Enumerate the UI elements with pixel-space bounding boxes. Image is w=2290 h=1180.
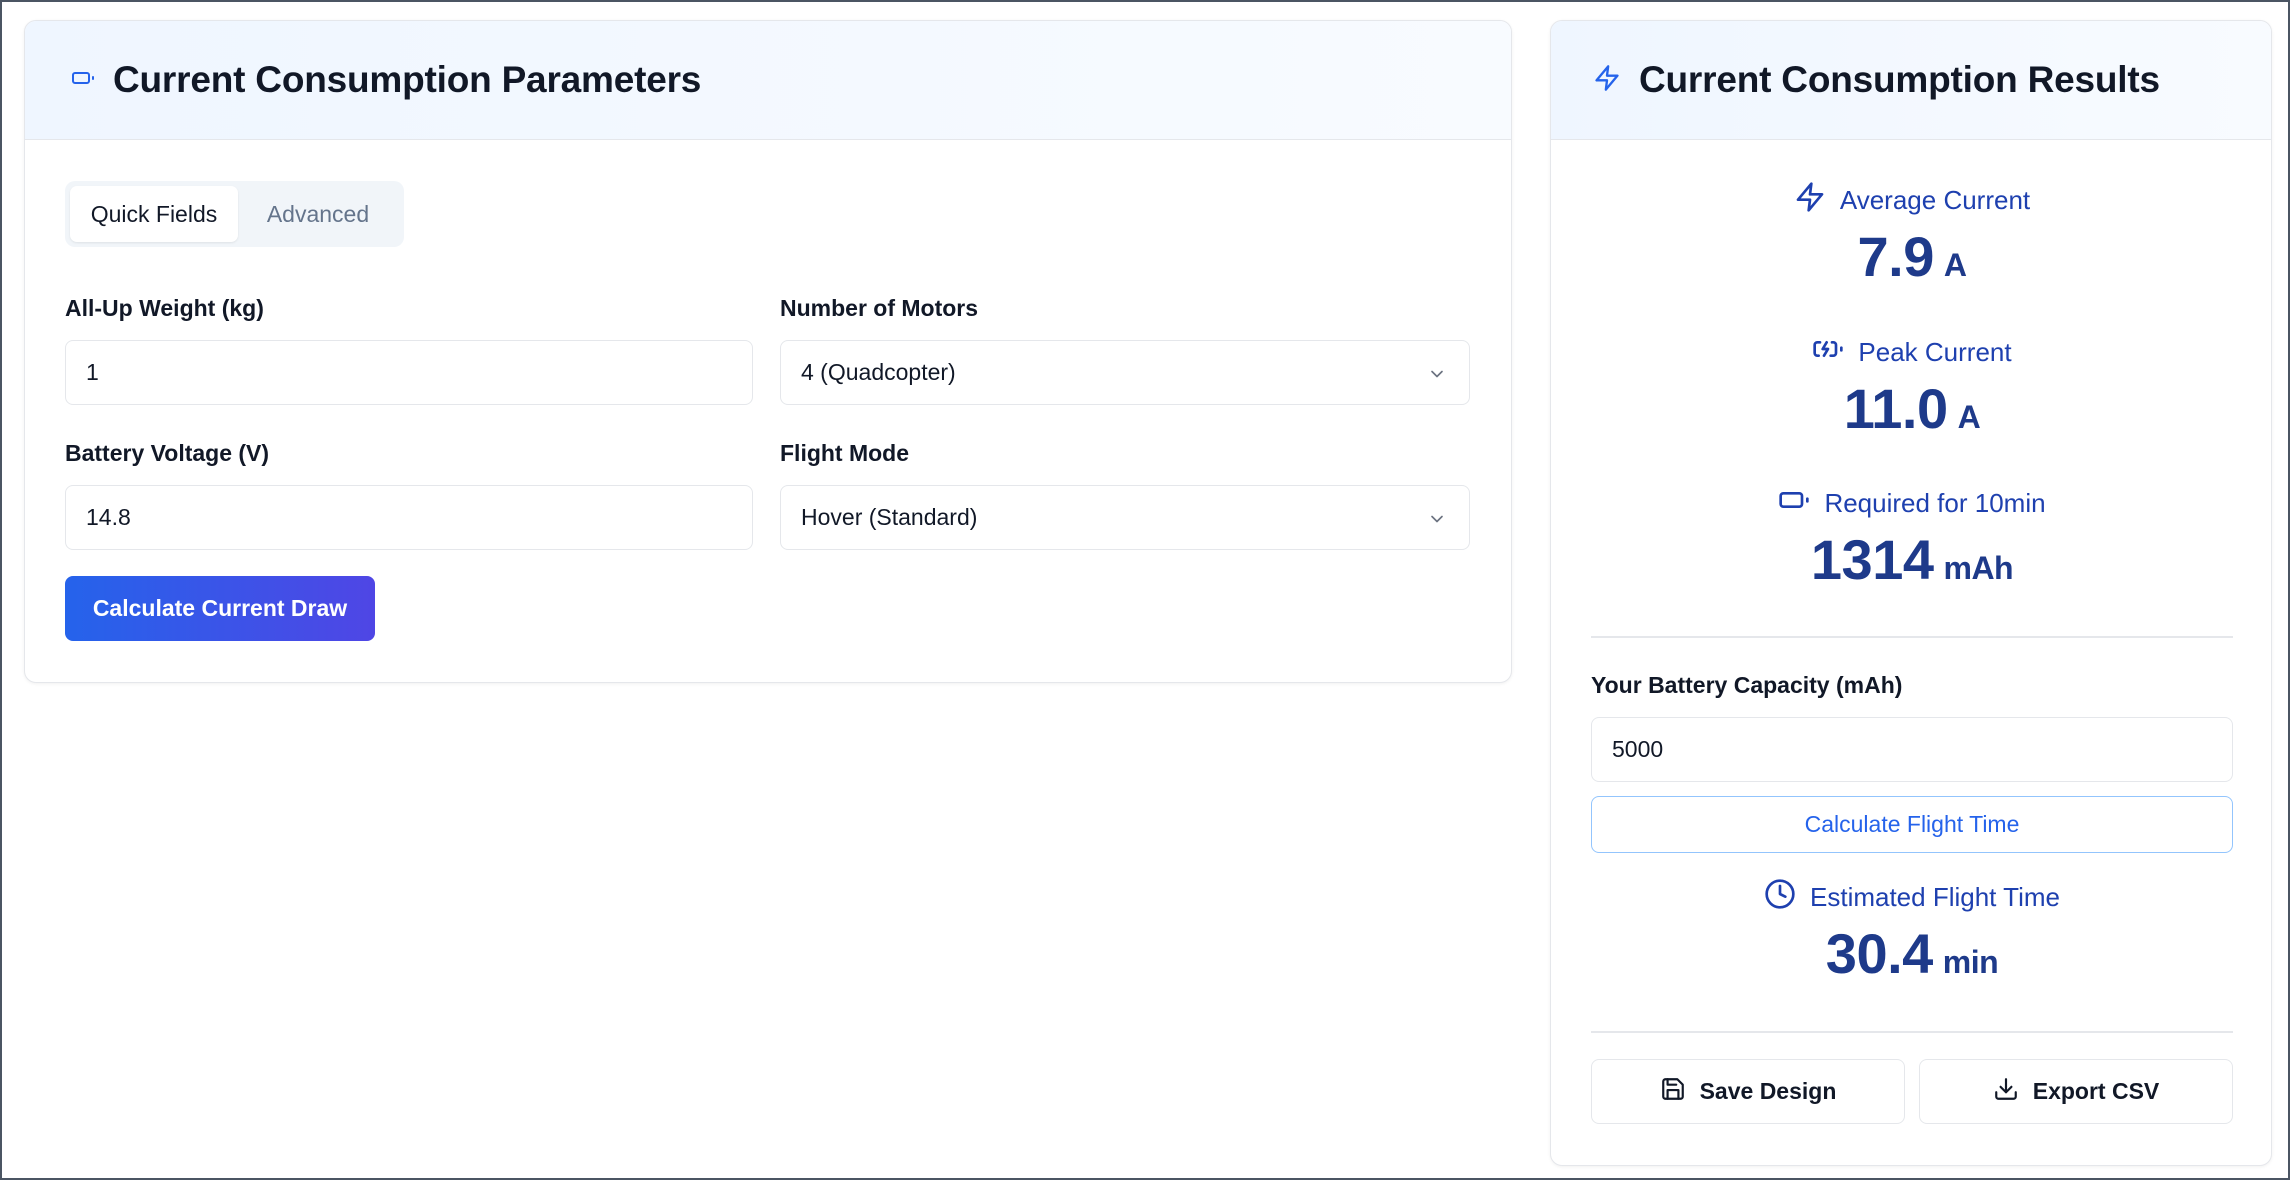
average-current-value: 7.9 xyxy=(1857,225,1935,288)
save-icon xyxy=(1660,1076,1700,1108)
save-design-button[interactable]: Save Design xyxy=(1591,1059,1905,1124)
calculate-flight-time-button[interactable]: Calculate Flight Time xyxy=(1591,796,2233,853)
results-panel: Current Consumption Results Average Curr… xyxy=(1550,20,2272,1166)
zap-icon xyxy=(1794,181,1840,220)
clock-icon xyxy=(1764,878,1810,917)
estimated-flight-time-value: 30.4 xyxy=(1825,922,1934,985)
divider xyxy=(1591,636,2233,638)
battery-capacity-input[interactable] xyxy=(1591,717,2233,782)
weight-input[interactable] xyxy=(65,340,753,405)
export-csv-button[interactable]: Export CSV xyxy=(1919,1059,2233,1124)
motors-label: Number of Motors xyxy=(780,295,979,321)
zap-icon xyxy=(1593,64,1621,97)
battery-charging-icon xyxy=(1812,333,1858,372)
battery-capacity-label: Your Battery Capacity (mAh) xyxy=(1591,672,1903,698)
chevron-down-icon xyxy=(1427,363,1447,383)
tab-list: Quick Fields Advanced xyxy=(65,181,404,247)
estimated-flight-time-unit: min xyxy=(1942,944,1999,980)
peak-current-label: Peak Current xyxy=(1858,337,2012,367)
average-current-unit: A xyxy=(1943,247,1967,283)
required-capacity-metric: Required for 10min 1314 mAh xyxy=(1551,484,2271,592)
results-title: Current Consumption Results xyxy=(1639,59,2160,100)
battery-icon xyxy=(1778,484,1824,523)
export-csv-label: Export CSV xyxy=(2032,1078,2160,1104)
estimated-flight-time-metric: Estimated Flight Time 30.4 min xyxy=(1551,878,2271,986)
voltage-input[interactable] xyxy=(65,485,753,550)
flight-mode-select[interactable]: Hover (Standard) xyxy=(780,485,1470,550)
battery-icon xyxy=(71,66,95,95)
peak-current-unit: A xyxy=(1957,399,1981,435)
parameters-title: Current Consumption Parameters xyxy=(113,59,702,100)
flight-mode-label: Flight Mode xyxy=(780,440,910,466)
save-design-label: Save Design xyxy=(1699,1078,1837,1104)
required-capacity-value: 1314 xyxy=(1810,528,1934,591)
average-current-metric: Average Current 7.9 A xyxy=(1551,181,2271,289)
weight-label: All-Up Weight (kg) xyxy=(65,295,264,321)
required-capacity-unit: mAh xyxy=(1943,550,2014,586)
parameters-panel: Current Consumption Parameters Quick Fie… xyxy=(24,20,1512,683)
motors-select-value: 4 (Quadcopter) xyxy=(801,359,956,385)
estimated-flight-time-label: Estimated Flight Time xyxy=(1810,882,2060,912)
tab-advanced[interactable]: Advanced xyxy=(238,186,398,242)
peak-current-metric: Peak Current 11.0 A xyxy=(1551,333,2271,441)
flight-mode-select-value: Hover (Standard) xyxy=(801,504,978,530)
download-icon xyxy=(1993,1076,2033,1108)
motors-select[interactable]: 4 (Quadcopter) xyxy=(780,340,1470,405)
tab-quick-fields[interactable]: Quick Fields xyxy=(70,186,238,242)
peak-current-value: 11.0 xyxy=(1843,377,1948,440)
average-current-label: Average Current xyxy=(1839,185,2031,215)
voltage-label: Battery Voltage (V) xyxy=(65,440,270,466)
divider xyxy=(1591,1031,2233,1033)
calculate-current-button[interactable]: Calculate Current Draw xyxy=(65,576,375,641)
parameters-header: Current Consumption Parameters xyxy=(25,21,1511,140)
results-header: Current Consumption Results xyxy=(1551,21,2271,140)
chevron-down-icon xyxy=(1427,508,1447,528)
required-capacity-label: Required for 10min xyxy=(1824,488,2046,518)
